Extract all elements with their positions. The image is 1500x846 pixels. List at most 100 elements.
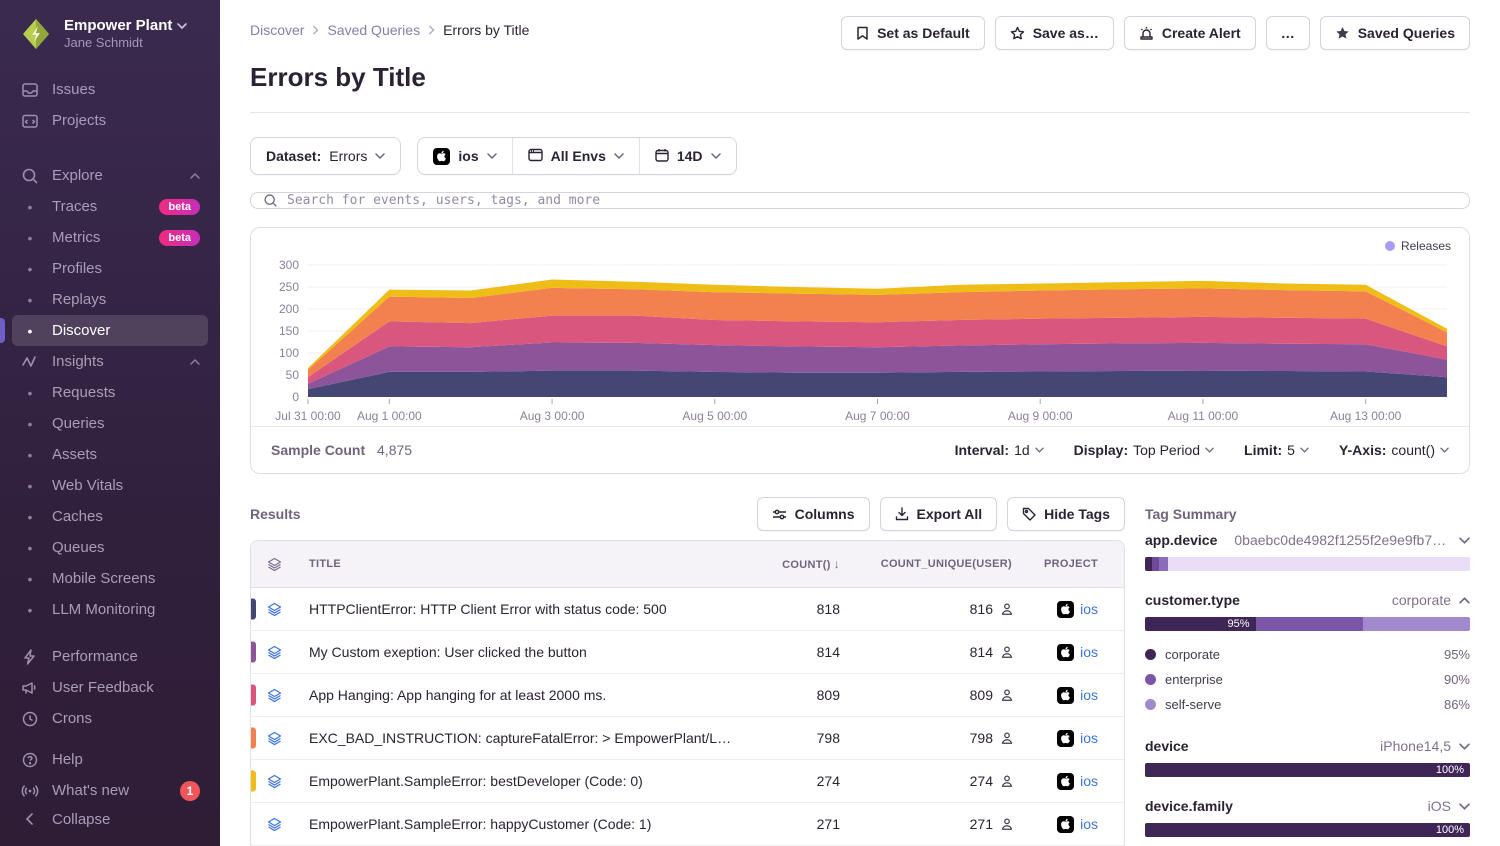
tag-section-header[interactable]: device.family iOS <box>1145 798 1470 814</box>
sidebar-item-label: Mobile Screens <box>52 570 155 587</box>
apple-icon <box>1057 773 1074 790</box>
tag-value: iPhone14,5 <box>1372 738 1451 754</box>
yaxis-selector[interactable]: Y-Axis: count() <box>1339 442 1449 458</box>
sidebar-item-mobile-screens[interactable]: • Mobile Screens <box>12 563 208 594</box>
sidebar-item-whats-new[interactable]: What's new 1 <box>12 775 208 806</box>
sidebar-item-projects[interactable]: Projects <box>12 105 208 136</box>
layers-icon[interactable] <box>267 688 293 703</box>
bookmark-icon <box>856 26 869 41</box>
sidebar-item-help[interactable]: Help <box>12 744 208 775</box>
calendar-icon <box>655 148 669 165</box>
error-title: EXC_BAD_INSTRUCTION: captureFatalError: … <box>293 730 734 746</box>
sidebar-section-insights[interactable]: Insights <box>12 346 208 377</box>
sidebar-item-assets[interactable]: •Assets <box>12 439 208 470</box>
search-icon <box>263 193 278 208</box>
project-link[interactable]: ios <box>1080 644 1098 660</box>
tag-distribution-bar: 100% <box>1145 823 1470 837</box>
column-header-count-unique[interactable]: COUNT_UNIQUE(USER) <box>844 558 1014 570</box>
sidebar-item-label: Caches <box>52 508 103 525</box>
error-title: App Hanging: App hanging for at least 20… <box>293 687 734 703</box>
save-as-button[interactable]: Save as… <box>995 16 1114 50</box>
project-link[interactable]: ios <box>1080 601 1098 617</box>
dataset-selector[interactable]: Dataset: Errors <box>250 137 401 175</box>
sidebar-item-llm-monitoring[interactable]: •LLM Monitoring <box>12 594 208 625</box>
performance-icon <box>20 648 40 666</box>
column-header-count[interactable]: COUNT()↓ <box>734 557 844 571</box>
tag-section-header[interactable]: device iPhone14,5 <box>1145 738 1470 754</box>
layers-icon[interactable] <box>267 645 293 660</box>
columns-button[interactable]: Columns <box>757 497 870 531</box>
column-header-title[interactable]: TITLE <box>293 558 734 570</box>
more-options-button[interactable]: … <box>1266 16 1310 50</box>
tag-item: corporate 95% <box>1145 642 1470 667</box>
stacked-area-chart[interactable]: 050100150200250300Jul 31 00:00Aug 1 00:0… <box>251 234 1469 426</box>
sidebar-item-metrics[interactable]: • Metrics beta <box>12 222 208 253</box>
org-switcher[interactable]: Empower Plant Jane Schmidt <box>12 16 208 52</box>
chevron-down-icon <box>1440 447 1449 453</box>
sidebar-collapse-button[interactable]: Collapse <box>12 806 208 832</box>
svg-text:200: 200 <box>279 302 299 316</box>
set-as-default-button[interactable]: Set as Default <box>841 16 985 50</box>
active-accent-bar <box>0 318 5 343</box>
hide-tags-button[interactable]: Hide Tags <box>1007 497 1125 531</box>
project-cell: ios <box>1014 644 1124 661</box>
svg-text:Aug 1 00:00: Aug 1 00:00 <box>357 409 422 423</box>
project-link[interactable]: ios <box>1080 816 1098 832</box>
user-icon <box>1000 602 1014 616</box>
sidebar-item-traces[interactable]: • Traces beta <box>12 191 208 222</box>
project-link[interactable]: ios <box>1080 730 1098 746</box>
interval-selector[interactable]: Interval: 1d <box>955 442 1044 458</box>
limit-selector[interactable]: Limit: 5 <box>1244 442 1309 458</box>
sidebar-item-issues[interactable]: Issues <box>12 74 208 105</box>
layers-icon[interactable] <box>267 731 293 746</box>
sidebar-item-replays[interactable]: • Replays <box>12 284 208 315</box>
search-input[interactable] <box>287 193 1457 208</box>
sidebar-item-crons[interactable]: Crons <box>12 703 208 734</box>
sidebar-item-performance[interactable]: Performance <box>12 641 208 672</box>
sidebar-item-discover[interactable]: • Discover <box>12 315 208 346</box>
sidebar-item-label: Crons <box>52 710 92 727</box>
sidebar-item-profiles[interactable]: • Profiles <box>12 253 208 284</box>
tag-summary-panel: Tag Summary app.device 0baebc0de4982f125… <box>1145 496 1470 846</box>
environment-filter[interactable]: All Envs <box>512 138 639 174</box>
sidebar-item-user-feedback[interactable]: User Feedback <box>12 672 208 703</box>
layers-icon[interactable] <box>267 774 293 789</box>
export-all-button[interactable]: Export All <box>880 497 998 531</box>
display-selector[interactable]: Display: Top Period <box>1074 442 1214 458</box>
sidebar-section-explore[interactable]: Explore <box>12 160 208 191</box>
chevron-down-icon <box>177 23 187 29</box>
tag-section-header[interactable]: customer.type corporate <box>1145 592 1470 608</box>
page-header: Discover Saved Queries Errors by Title S… <box>220 0 1500 113</box>
chart-legend[interactable]: Releases <box>1385 239 1451 253</box>
bullet-icon: • <box>20 292 40 308</box>
sidebar-item-web-vitals[interactable]: •Web Vitals <box>12 470 208 501</box>
beta-badge: beta <box>159 199 200 215</box>
tag-section-header[interactable]: app.device 0baebc0de4982f1255f2e9e9fb7… <box>1145 532 1470 548</box>
sidebar-item-caches[interactable]: •Caches <box>12 501 208 532</box>
sidebar-item-queries[interactable]: •Queries <box>12 408 208 439</box>
project-filter[interactable]: ios <box>418 138 511 174</box>
column-header-project[interactable]: PROJECT <box>1014 558 1124 570</box>
saved-queries-button[interactable]: Saved Queries <box>1320 16 1470 50</box>
sidebar-item-requests[interactable]: •Requests <box>12 377 208 408</box>
user-icon <box>1000 774 1014 788</box>
project-link[interactable]: ios <box>1080 687 1098 703</box>
layers-icon[interactable] <box>267 817 293 832</box>
bullet-icon: • <box>20 416 40 432</box>
layers-icon[interactable] <box>267 602 293 617</box>
sidebar-item-queues[interactable]: •Queues <box>12 532 208 563</box>
create-alert-button[interactable]: Create Alert <box>1124 16 1256 50</box>
bullet-icon: • <box>20 571 40 587</box>
date-range-filter[interactable]: 14D <box>639 138 736 174</box>
filter-row: Dataset: Errors ios All Envs <box>250 137 1470 175</box>
breadcrumb-saved-queries[interactable]: Saved Queries <box>327 22 420 38</box>
page-title: Errors by Title <box>250 62 1470 93</box>
broadcast-icon <box>20 782 40 800</box>
chevron-up-icon <box>190 359 200 365</box>
org-user: Jane Schmidt <box>64 35 187 51</box>
tag-section-customer-type: customer.type corporate 95% corporate 95… <box>1145 592 1470 717</box>
project-link[interactable]: ios <box>1080 773 1098 789</box>
breadcrumb-separator-icon <box>312 25 319 35</box>
count-unique-cell: 814 <box>844 644 1014 660</box>
breadcrumb-discover[interactable]: Discover <box>250 22 304 38</box>
